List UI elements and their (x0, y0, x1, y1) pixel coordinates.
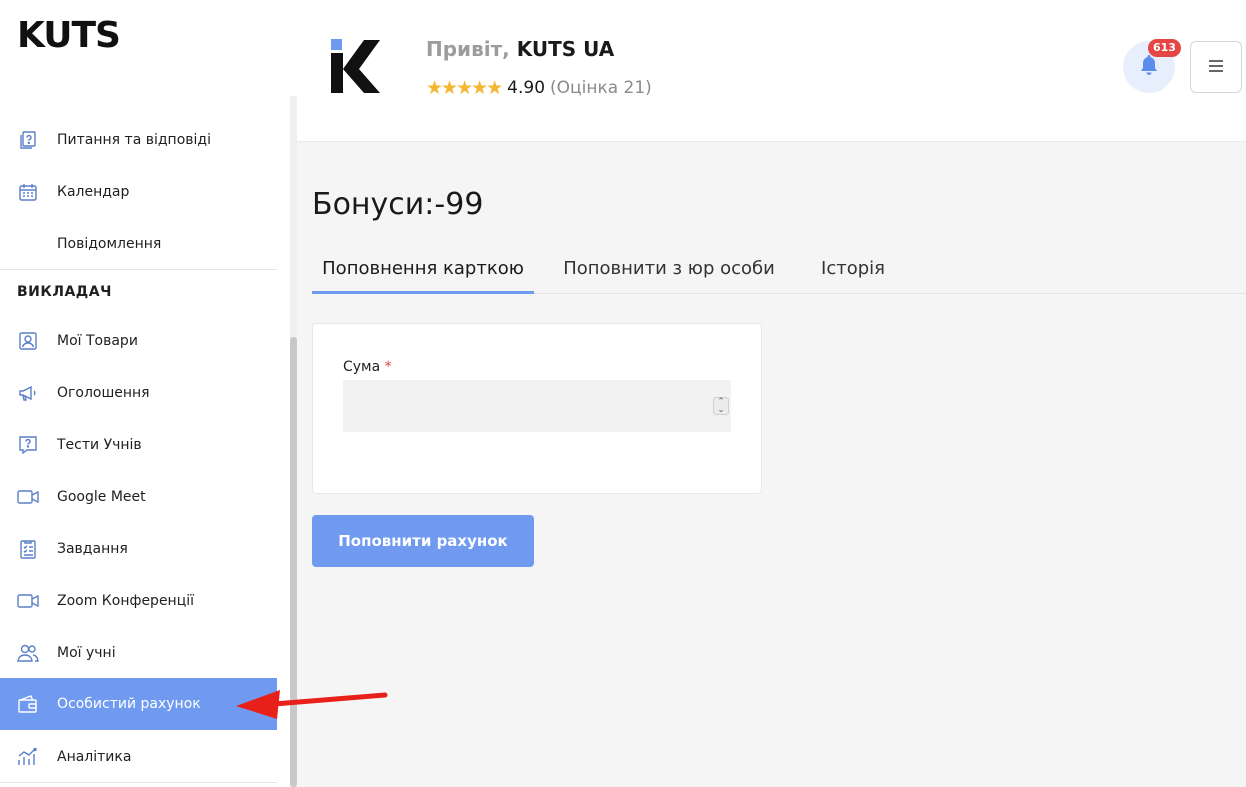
hamburger-icon (1208, 58, 1224, 77)
users-icon (17, 642, 39, 664)
required-mark: * (384, 359, 392, 375)
section-title-teacher: ВИКЛАДАЧ (17, 284, 112, 300)
top-header: Привіт, KUTS UA ★★★★★ 4.90 (Оцінка 21) 6… (297, 0, 1246, 142)
logo-text: KUTS (17, 15, 121, 56)
sidebar-item-qa[interactable]: Питання та відповіді (0, 114, 277, 166)
sidebar-item-label: Завдання (57, 541, 128, 557)
sidebar-item-label: Мої Товари (57, 333, 138, 349)
sidebar-item-label: Аналітика (57, 749, 132, 765)
sidebar-item-zoom[interactable]: Zoom Конференції (0, 575, 277, 627)
rating-value: 4.90 (507, 78, 546, 98)
wallet-icon (17, 693, 39, 715)
sidebar-item-my-products[interactable]: Мої Товари (0, 315, 277, 367)
star-rating-icon: ★★★★★ (426, 77, 503, 99)
tab-history[interactable]: Історія (812, 244, 894, 294)
sidebar-item-label: Питання та відповіді (57, 132, 211, 148)
sidebar-divider (0, 269, 277, 270)
amount-label: Сума * (343, 359, 392, 375)
sidebar-item-announcements[interactable]: Оголошення (0, 367, 277, 419)
greeting-prefix: Привіт, (426, 37, 510, 61)
sidebar-item-messages[interactable]: Повідомлення (0, 218, 277, 270)
video-icon (17, 590, 39, 612)
bonus-title: Бонуси:-99 (312, 187, 484, 222)
amount-label-text: Сума (343, 359, 381, 375)
sidebar-divider (0, 782, 277, 783)
amount-card: Сума * ⌃ ⌄ (312, 323, 762, 494)
sidebar: KUTS Питання та відповіді Календар Повід… (0, 0, 297, 787)
rating-count: (Оцінка 21) (550, 78, 652, 98)
greeting: Привіт, KUTS UA (426, 37, 614, 61)
kuts-brand-mark (331, 39, 383, 93)
user-card-icon (17, 330, 39, 352)
topup-submit-button[interactable]: Поповнити рахунок (312, 515, 534, 567)
sidebar-item-analytics[interactable]: Аналітика (0, 731, 277, 783)
chevron-down-icon: ⌄ (717, 405, 725, 415)
sidebar-item-label: Тести Учнів (57, 437, 142, 453)
sidebar-item-label: Zoom Конференції (57, 593, 195, 609)
sidebar-item-label: Мої учні (57, 645, 116, 661)
question-doc-icon (17, 129, 39, 151)
tab-card-topup[interactable]: Поповнення карткою (312, 244, 534, 294)
annotation-arrow-icon (234, 686, 388, 720)
sidebar-item-tasks[interactable]: Завдання (0, 523, 277, 575)
question-bubble-icon (17, 434, 39, 456)
sidebar-item-student-tests[interactable]: Тести Учнів (0, 419, 277, 471)
video-icon (17, 486, 39, 508)
sidebar-item-google-meet[interactable]: Google Meet (0, 471, 277, 523)
rating: ★★★★★ 4.90 (Оцінка 21) (426, 77, 652, 99)
sidebar-item-label: Календар (57, 184, 130, 200)
megaphone-icon (17, 382, 39, 404)
analytics-icon (17, 746, 39, 768)
sidebar-item-label: Особистий рахунок (57, 696, 201, 712)
amount-input[interactable] (343, 380, 731, 432)
amount-stepper[interactable]: ⌃ ⌄ (713, 397, 729, 415)
bell-icon (1139, 54, 1159, 80)
sidebar-item-label: Повідомлення (57, 236, 162, 252)
notification-count-badge: 613 (1148, 39, 1181, 57)
payment-tabs: Поповнення карткою Поповнити з юр особи … (312, 244, 1246, 294)
checklist-icon (17, 538, 39, 560)
user-name: KUTS UA (516, 37, 615, 61)
kuts-logo[interactable]: KUTS (17, 15, 121, 56)
sidebar-item-label: Оголошення (57, 385, 150, 401)
menu-toggle-button[interactable] (1190, 41, 1242, 93)
calendar-icon (17, 181, 39, 203)
sidebar-item-my-students[interactable]: Мої учні (0, 627, 277, 679)
sidebar-item-label: Google Meet (57, 489, 146, 505)
tab-legal-entity-topup[interactable]: Поповнити з юр особи (556, 244, 782, 294)
sidebar-item-calendar[interactable]: Календар (0, 166, 277, 218)
